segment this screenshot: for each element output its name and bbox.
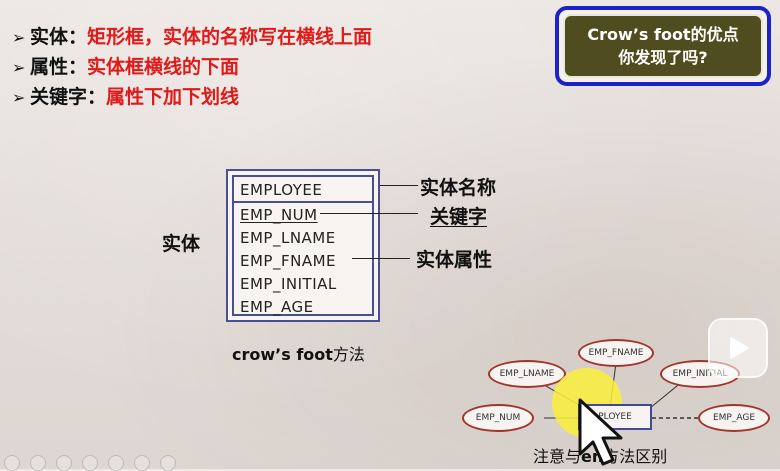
entity-attribute: EMP_LNAME: [240, 229, 336, 247]
caption-suffix: 方法: [332, 345, 365, 364]
callout-line-2: 你发现了吗?: [618, 48, 708, 67]
attribute-label: 实体属性: [416, 249, 493, 271]
attribute-pointer-line: [352, 258, 410, 259]
entity-name-label: 实体名称: [420, 177, 497, 199]
play-button[interactable]: [708, 318, 768, 378]
chen-attribute-num: EMP_NUM: [462, 404, 534, 432]
caption-method-name: crow’s foot: [232, 345, 333, 364]
bullet-description: 实体框横线的下面: [87, 56, 240, 78]
play-icon: [730, 337, 749, 359]
bullet-description: 矩形框，实体的名称写在横线上面: [87, 26, 373, 48]
key-label: 关键字: [430, 206, 488, 228]
bullet-list: ➢ 实体：矩形框，实体的名称写在横线上面 ➢ 属性：实体框横线的下面 ➢ 关键字：属性…: [12, 22, 372, 112]
bullet-term: 属性: [30, 56, 69, 78]
bullet-colon: ：: [68, 26, 88, 48]
arrow-bullet-icon: ➢: [12, 28, 26, 47]
crows-foot-caption: crow’s foot方法: [232, 341, 365, 365]
bullet-entity: ➢ 实体：矩形框，实体的名称写在横线上面: [12, 22, 372, 52]
entity-name: EMPLOYEE: [240, 181, 323, 199]
arrow-bullet-icon: ➢: [12, 58, 26, 77]
bullet-attribute: ➢ 属性：实体框横线的下面: [12, 52, 372, 82]
callout-line-1: Crow’s foot的优点: [587, 25, 739, 44]
arrow-bullet-icon: ➢: [12, 88, 26, 107]
bullet-colon: ：: [87, 86, 107, 108]
mouse-cursor-icon: [578, 398, 623, 466]
note-prefix: 注意与: [533, 447, 582, 466]
bullet-colon: ：: [68, 56, 88, 78]
entity-side-label: 实体: [162, 233, 201, 255]
bullet-term: 关键字: [30, 86, 88, 108]
callout-box: Crow’s foot的优点 你发现了吗?: [555, 6, 771, 86]
entity-attribute: EMP_FNAME: [240, 252, 336, 270]
entity-attribute: EMP_INITIAL: [240, 275, 337, 293]
bullet-key: ➢ 关键字：属性下加下划线: [12, 82, 372, 112]
entity-inner-frame: EMPLOYEE EMP_NUM EMP_LNAME EMP_FNAME EMP…: [232, 175, 374, 316]
entity-attribute: EMP_AGE: [240, 298, 314, 316]
callout-content: Crow’s foot的优点 你发现了吗?: [563, 14, 763, 78]
crows-foot-entity-box: EMPLOYEE EMP_NUM EMP_LNAME EMP_FNAME EMP…: [226, 169, 380, 322]
bullet-term: 实体: [30, 26, 69, 48]
chen-attribute-fname: EMP_FNAME: [578, 339, 654, 367]
entity-divider: [234, 201, 372, 203]
slide: ➢ 实体：矩形框，实体的名称写在横线上面 ➢ 属性：实体框横线的下面 ➢ 关键字：属性…: [0, 0, 780, 471]
bullet-description: 属性下加下划线: [106, 86, 240, 108]
chen-attribute-lname: EMP_LNAME: [488, 360, 566, 388]
key-attribute: EMP_NUM: [240, 206, 318, 224]
chen-attribute-age: EMP_AGE: [698, 404, 770, 432]
key-pointer-line: [320, 213, 418, 214]
entity-name-pointer-line: [380, 185, 418, 186]
